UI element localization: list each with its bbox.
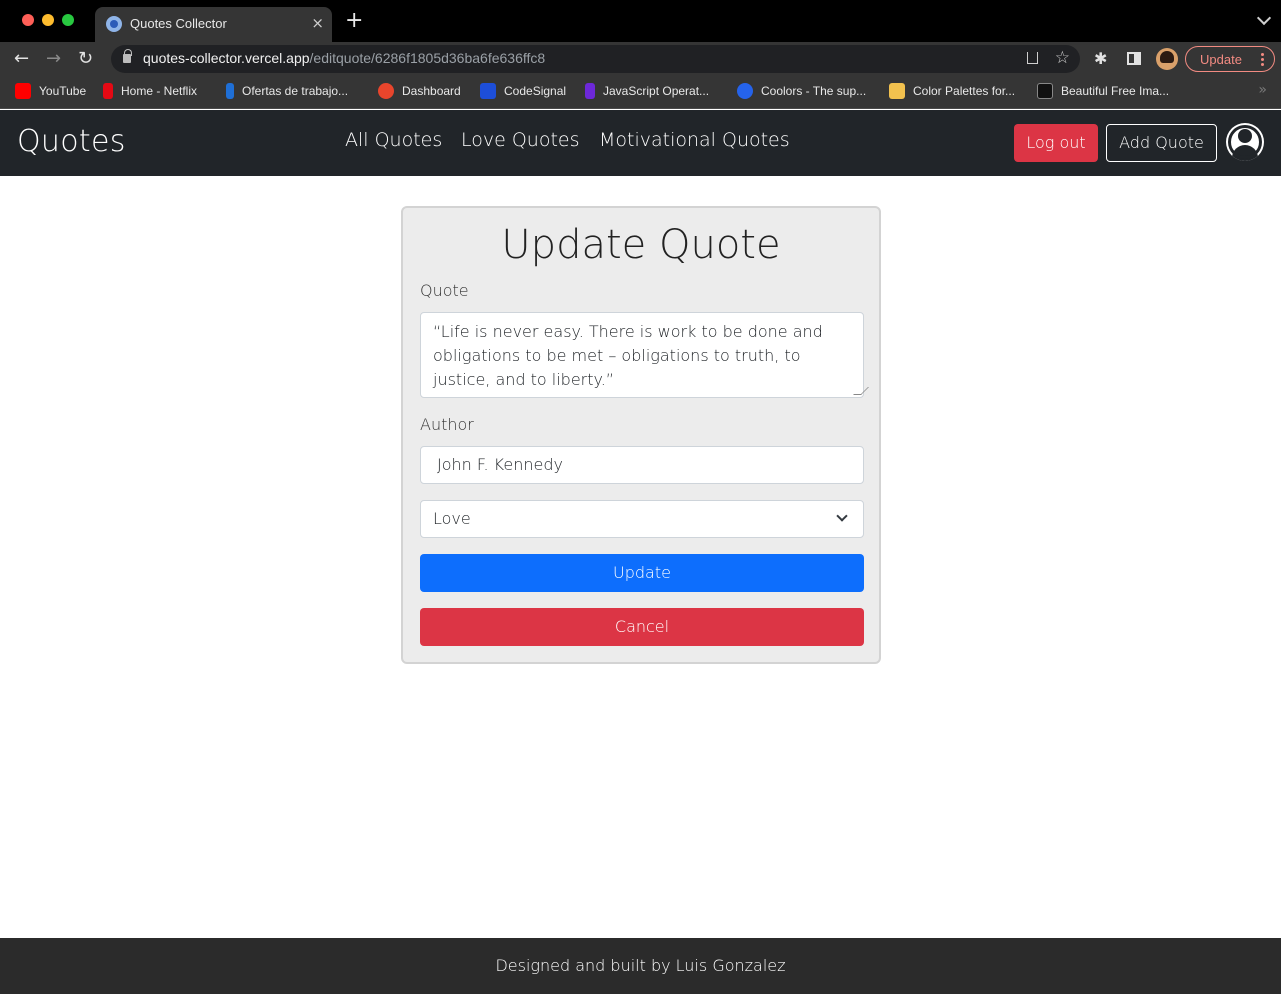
tab-close-icon[interactable]: × (311, 14, 324, 32)
tab-strip: Quotes Collector × + (0, 0, 1281, 42)
nav-link-motivational-quotes[interactable]: Motivational Quotes (599, 129, 790, 151)
bookmarks-bar: YouTube Home - Netflix Ofertas de trabaj… (0, 76, 1281, 109)
browser-toolbar: ← → ↻ quotes-collector.vercel.app/editqu… (0, 42, 1281, 76)
bookmark-codesignal[interactable]: CodeSignal (480, 83, 566, 99)
site-brand[interactable]: Quotes (17, 124, 126, 159)
new-tab-button[interactable]: + (345, 10, 363, 32)
nav-link-love-quotes[interactable]: Love Quotes (461, 129, 580, 151)
infojobs-icon (226, 83, 234, 99)
author-label: Author (420, 415, 474, 434)
bookmark-coolors[interactable]: Coolors - The sup... (737, 83, 866, 99)
browser-window: Quotes Collector × + ← → ↻ quotes-collec… (0, 0, 1281, 994)
form-title: Update Quote (501, 222, 781, 268)
codesignal-icon (480, 83, 496, 99)
unsplash-icon (1037, 83, 1053, 99)
address-bar[interactable]: quotes-collector.vercel.app/editquote/62… (111, 45, 1080, 73)
netflix-icon (103, 83, 113, 99)
profile-avatar-icon[interactable] (1156, 48, 1178, 70)
youtube-icon (15, 83, 31, 99)
url-text[interactable]: quotes-collector.vercel.app/editquote/62… (143, 50, 545, 66)
forward-arrow-icon[interactable]: → (46, 48, 61, 70)
footer-text: Designed and built by Luis Gonzalez (495, 956, 786, 975)
chevron-down-icon (836, 510, 848, 522)
update-button[interactable]: Update (420, 554, 864, 592)
add-quote-button[interactable]: Add Quote (1106, 124, 1217, 162)
bookmark-ofertas[interactable]: Ofertas de trabajo... (226, 83, 348, 99)
resize-handle-icon[interactable] (853, 387, 869, 395)
bookmark-star-icon[interactable]: ☆ (1055, 48, 1070, 68)
minimize-window-button[interactable] (42, 14, 54, 26)
chrome-update-button[interactable]: Update (1185, 46, 1275, 72)
tab-search-chevron-icon[interactable] (1256, 10, 1272, 26)
tab-favicon-icon (106, 16, 122, 32)
quote-label: Quote (420, 281, 469, 300)
side-panel-icon[interactable] (1127, 52, 1141, 65)
logout-button[interactable]: Log out (1014, 124, 1098, 162)
extensions-puzzle-icon[interactable]: ✱ (1094, 49, 1107, 68)
category-select[interactable]: Love (420, 500, 864, 538)
close-window-button[interactable] (22, 14, 34, 26)
bookmark-netflix[interactable]: Home - Netflix (103, 83, 197, 99)
browser-tab[interactable]: Quotes Collector × (95, 7, 332, 42)
author-input[interactable]: John F. Kennedy (420, 446, 864, 484)
category-selected-value: Love (433, 509, 471, 528)
reload-icon[interactable]: ↻ (78, 48, 93, 70)
quote-textarea[interactable]: “Life is never easy. There is work to be… (420, 312, 869, 398)
quote-text: “Life is never easy. There is work to be… (433, 322, 823, 389)
lock-icon[interactable] (123, 49, 132, 63)
javascript-icon (585, 83, 595, 99)
dashboard-icon (378, 83, 394, 99)
user-account-icon[interactable] (1226, 123, 1264, 161)
site-navbar: Quotes All Quotes Love Quotes Motivation… (0, 110, 1281, 176)
bookmark-color-palettes[interactable]: Color Palettes for... (889, 83, 1015, 99)
back-arrow-icon[interactable]: ← (14, 48, 29, 70)
bookmarks-overflow-icon[interactable]: » (1258, 82, 1267, 98)
chrome-update-label: Update (1200, 52, 1242, 67)
nav-link-all-quotes[interactable]: All Quotes (345, 129, 442, 151)
bookmark-youtube[interactable]: YouTube (15, 83, 86, 99)
update-quote-form: Update Quote Quote “Life is never easy. … (401, 206, 881, 664)
share-icon[interactable] (1027, 52, 1038, 64)
bookmark-dashboard[interactable]: Dashboard (378, 83, 461, 99)
bookmark-unsplash[interactable]: Beautiful Free Ima... (1037, 83, 1169, 99)
web-page: Quotes All Quotes Love Quotes Motivation… (0, 110, 1281, 994)
maximize-window-button[interactable] (62, 14, 74, 26)
cancel-button[interactable]: Cancel (420, 608, 864, 646)
tab-title: Quotes Collector (130, 16, 227, 31)
site-footer: Designed and built by Luis Gonzalez (0, 938, 1281, 994)
color-palettes-icon (889, 83, 905, 99)
more-menu-icon (1261, 53, 1264, 56)
author-value: John F. Kennedy (437, 455, 563, 474)
coolors-icon (737, 83, 753, 99)
bookmark-javascript[interactable]: JavaScript Operat... (585, 83, 709, 99)
